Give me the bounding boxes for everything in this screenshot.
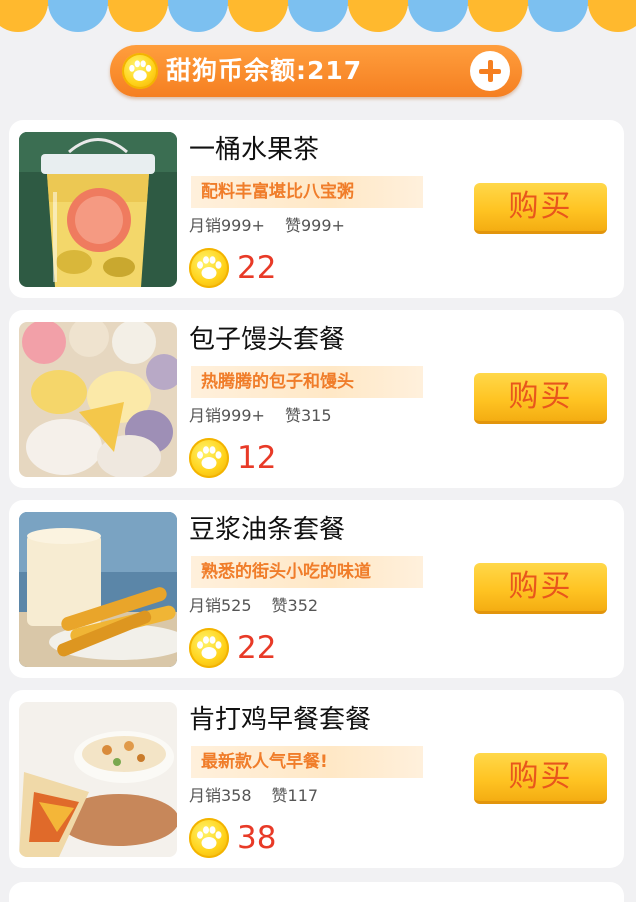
product-card: 豆浆油条套餐 熟悉的街头小吃的味道 月销525 赞352 22 购买 xyxy=(9,500,624,678)
buy-button[interactable]: 购买 xyxy=(474,373,607,424)
paw-coin-icon xyxy=(189,248,229,288)
product-card: 包子馒头套餐 热腾腾的包子和馒头 月销999+ 赞315 12 购买 xyxy=(9,310,624,488)
product-stats: 月销358 赞117 xyxy=(189,785,318,807)
product-title: 豆浆油条套餐 xyxy=(189,515,346,545)
coin-balance-bar: 甜狗币余额:217 xyxy=(110,45,522,97)
product-slogan: 热腾腾的包子和馒头 xyxy=(191,366,423,398)
product-title: 包子馒头套餐 xyxy=(189,325,346,355)
product-stats: 月销999+ 赞315 xyxy=(189,405,332,427)
paw-coin-icon xyxy=(189,628,229,668)
product-slogan: 熟悉的街头小吃的味道 xyxy=(191,556,423,588)
scalloped-banner xyxy=(0,0,636,34)
product-slogan: 最新款人气早餐! xyxy=(191,746,423,778)
product-card: 肯打鸡早餐套餐 最新款人气早餐! 月销358 赞117 38 购买 xyxy=(9,690,624,868)
likes-count: 赞352 xyxy=(271,596,319,615)
product-price: 12 xyxy=(237,440,277,476)
monthly-sales: 月销358 xyxy=(189,786,252,805)
product-slogan: 配料丰富堪比八宝粥 xyxy=(191,176,423,208)
product-price: 22 xyxy=(237,630,277,666)
next-product-card xyxy=(9,882,624,902)
coin-balance-label: 甜狗币余额:217 xyxy=(166,56,363,85)
buy-button[interactable]: 购买 xyxy=(474,753,607,804)
product-image xyxy=(19,132,177,287)
monthly-sales: 月销999+ xyxy=(189,216,265,235)
product-title: 肯打鸡早餐套餐 xyxy=(189,705,372,735)
likes-count: 赞117 xyxy=(271,786,319,805)
product-image xyxy=(19,322,177,477)
product-price: 22 xyxy=(237,250,277,286)
monthly-sales: 月销525 xyxy=(189,596,252,615)
product-card: 一桶水果茶 配料丰富堪比八宝粥 月销999+ 赞999+ 22 购买 xyxy=(9,120,624,298)
likes-count: 赞315 xyxy=(284,406,332,425)
product-image xyxy=(19,512,177,667)
buy-button[interactable]: 购买 xyxy=(474,563,607,614)
paw-coin-icon xyxy=(122,53,158,89)
buy-button[interactable]: 购买 xyxy=(474,183,607,234)
product-stats: 月销999+ 赞999+ xyxy=(189,215,345,237)
paw-coin-icon xyxy=(189,438,229,478)
paw-coin-icon xyxy=(189,818,229,858)
add-coins-button[interactable] xyxy=(470,51,510,91)
monthly-sales: 月销999+ xyxy=(189,406,265,425)
product-image xyxy=(19,702,177,857)
product-title: 一桶水果茶 xyxy=(189,135,320,165)
likes-count: 赞999+ xyxy=(284,216,345,235)
product-stats: 月销525 赞352 xyxy=(189,595,318,617)
product-price: 38 xyxy=(237,820,277,856)
